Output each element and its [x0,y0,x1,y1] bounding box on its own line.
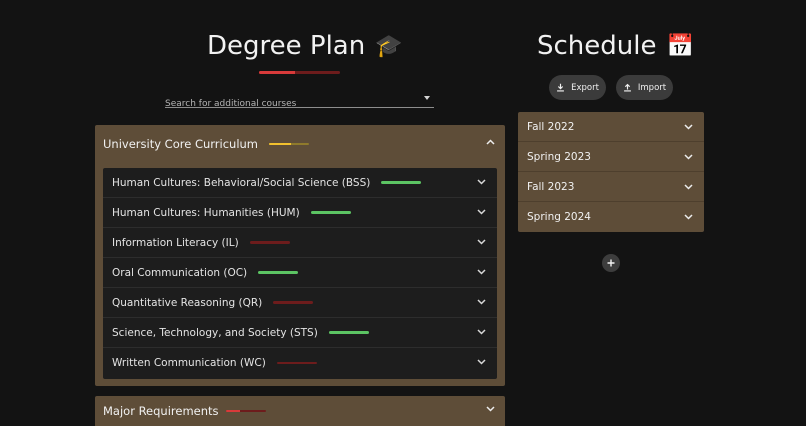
course-search[interactable] [165,91,434,109]
requirement-progress-fill [258,271,299,274]
chevron-down-icon[interactable] [477,179,486,185]
core-requirement-row[interactable]: Quantitative Reasoning (QR) [103,288,497,318]
requirement-label: Science, Technology, and Society (STS) [112,326,318,339]
core-requirement-row[interactable]: Human Cultures: Behavioral/Social Scienc… [103,168,497,198]
requirement-label: Information Literacy (IL) [112,236,239,249]
chevron-down-icon[interactable] [684,214,693,220]
core-curriculum-progress [269,142,310,146]
degree-plan-title: Degree Plan 🎓 [207,31,403,61]
chevron-up-icon[interactable] [486,139,495,145]
degree-progress-bar [259,71,340,74]
semester-row[interactable]: Fall 2023 [518,172,704,202]
core-requirement-list: Human Cultures: Behavioral/Social Scienc… [103,168,497,379]
major-requirements-panel: Major Requirements [95,396,505,426]
core-requirement-row[interactable]: Oral Communication (OC) [103,258,497,288]
semester-label: Spring 2024 [527,211,591,223]
major-requirements-header[interactable]: Major Requirements [103,403,495,419]
requirement-label: Quantitative Reasoning (QR) [112,296,263,309]
semester-row[interactable]: Fall 2022 [518,112,704,142]
chevron-down-icon[interactable] [477,299,486,305]
core-requirement-row[interactable]: Human Cultures: Humanities (HUM) [103,198,497,228]
download-icon [557,83,564,92]
core-requirement-row[interactable]: Science, Technology, and Society (STS) [103,318,497,348]
caret-down-icon[interactable] [424,96,430,100]
chevron-down-icon[interactable] [684,124,693,130]
requirement-progress-fill [310,211,351,214]
core-curriculum-progress-fill [269,142,292,146]
import-button-label: Import [637,82,667,93]
upload-icon [623,83,631,92]
requirement-progress [249,241,290,244]
requirement-label: Human Cultures: Behavioral/Social Scienc… [112,176,371,189]
semester-row[interactable]: Spring 2024 [518,202,704,232]
requirement-progress [381,181,422,184]
core-curriculum-title: University Core Curriculum [103,137,259,151]
chevron-down-icon[interactable] [684,154,693,160]
semester-label: Fall 2022 [527,120,575,133]
major-requirements-progress-fill [225,409,240,413]
requirement-progress [273,301,314,304]
semester-row[interactable]: Spring 2023 [518,142,704,172]
major-requirements-progress [225,409,266,413]
graduation-cap-icon: 🎓 [375,33,403,59]
major-requirements-title: Major Requirements [103,404,219,418]
export-button-label: Export [571,82,599,93]
requirement-label: Human Cultures: Humanities (HUM) [112,206,300,219]
degree-progress-fill [259,71,296,74]
core-requirement-row[interactable]: Information Literacy (IL) [103,228,497,258]
export-button[interactable]: Export [549,75,606,100]
schedule-title-text: Schedule [537,31,657,61]
core-requirement-row[interactable]: Written Communication (WC) [103,348,497,378]
chevron-down-icon[interactable] [477,269,486,275]
chevron-down-icon[interactable] [486,406,495,412]
requirement-progress [258,271,299,274]
requirement-progress-fill [328,331,369,334]
plus-icon [607,259,615,267]
semester-label: Fall 2023 [527,180,575,193]
calendar-icon: 📅 [666,33,694,59]
requirement-label: Oral Communication (OC) [112,266,248,279]
chevron-down-icon[interactable] [477,239,486,245]
requirement-progress [276,361,317,365]
chevron-down-icon[interactable] [684,184,693,190]
chevron-down-icon[interactable] [477,329,486,335]
import-button[interactable]: Import [616,75,673,100]
schedule-title: Schedule 📅 [537,31,694,61]
requirement-label: Written Communication (WC) [112,357,266,369]
degree-plan-title-text: Degree Plan [207,31,366,61]
chevron-down-icon[interactable] [477,359,486,365]
schedule-semester-list: Fall 2022 Spring 2023 Fall 2023 Spring 2… [518,112,704,232]
chevron-down-icon[interactable] [477,209,486,215]
course-search-input[interactable] [165,98,405,109]
semester-label: Spring 2023 [527,150,591,163]
requirement-progress-fill [381,181,422,184]
core-curriculum-header[interactable]: University Core Curriculum [103,136,495,152]
core-curriculum-panel: University Core Curriculum Human Culture… [95,125,505,386]
add-semester-button[interactable] [602,254,620,272]
requirement-progress [310,211,351,214]
requirement-progress [328,331,369,334]
